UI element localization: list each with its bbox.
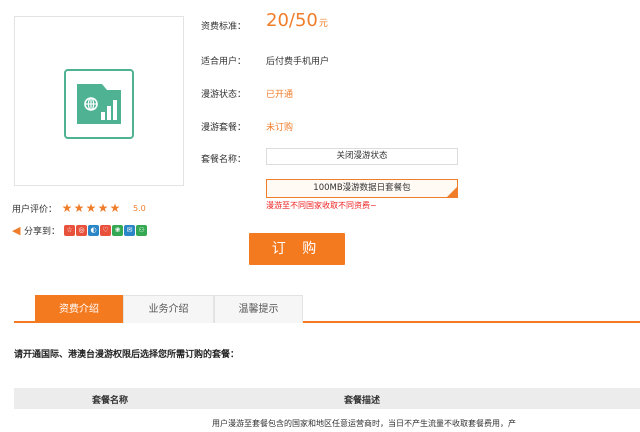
- product-image-frame: [14, 16, 184, 186]
- rating-stars: ★ ★ ★ ★ ★: [61, 202, 121, 214]
- user-label: 适合用户：: [201, 57, 247, 67]
- rating-label: 用户评价：: [12, 204, 58, 215]
- qzone-icon[interactable]: ☆: [64, 225, 76, 236]
- price-number: 20/50: [266, 10, 318, 31]
- package-name-label: 套餐名称：: [201, 155, 247, 165]
- tab-service-intro[interactable]: 业务介绍: [123, 295, 214, 323]
- share-site-list: ☆ ◎ ◐ ♡ ❀ ✉ ⚇: [64, 225, 148, 236]
- tencent-weibo-icon[interactable]: ✉: [124, 225, 136, 236]
- tab-bar: 资费介绍 业务介绍 温馨提示: [0, 292, 640, 323]
- share-bar: ◀ 分享到： ☆ ◎ ◐ ♡ ❀ ✉ ⚇: [12, 224, 148, 237]
- roaming-package-label: 漫游套餐：: [201, 123, 247, 133]
- weibo-icon[interactable]: ◎: [76, 225, 88, 236]
- kaixin-icon[interactable]: ♡: [100, 225, 112, 236]
- package-option-100mb-selected[interactable]: 100MB漫游数据日套餐包: [266, 179, 458, 198]
- sim-chart-icon: [64, 69, 134, 139]
- fee-intro-text: 请开通国际、港澳台漫游权限后选择您所需订购的套餐：: [14, 350, 240, 360]
- star-icon: ★: [109, 201, 121, 215]
- douban-icon[interactable]: ❀: [112, 225, 124, 236]
- table-cell-desc: 用户漫游至套餐包含的国家和地区任意运营商时，当日不产生流量不收取套餐费用，产: [212, 419, 516, 428]
- order-button[interactable]: 订 购: [249, 233, 345, 265]
- star-icon: ★: [61, 201, 73, 215]
- star-icon: ★: [85, 201, 97, 215]
- selected-corner-icon: [447, 187, 457, 197]
- share-icon: ◀: [12, 224, 21, 237]
- roaming-status-label: 漫游状态：: [201, 90, 247, 100]
- user-value: 后付费手机用户: [266, 57, 330, 67]
- star-icon: ★: [73, 201, 85, 215]
- tab-tips[interactable]: 温馨提示: [214, 295, 303, 323]
- column-header-desc: 套餐描述: [344, 396, 381, 406]
- roaming-status-value: 已开通: [266, 90, 294, 100]
- price-value: 20/50元: [266, 10, 328, 31]
- tab-fee-intro[interactable]: 资费介绍: [35, 295, 123, 323]
- wechat-icon[interactable]: ⚇: [136, 225, 148, 236]
- package-option-label: 100MB漫游数据日套餐包: [313, 183, 411, 193]
- package-table-header: 套餐名称 套餐描述: [14, 388, 640, 409]
- price-label: 资费标准：: [201, 22, 247, 32]
- roaming-package-value: 未订购: [266, 123, 294, 133]
- star-icon: ★: [97, 201, 109, 215]
- renren-icon[interactable]: ◐: [88, 225, 100, 236]
- rating-score: 5.0: [133, 203, 146, 213]
- price-unit: 元: [318, 19, 328, 29]
- column-header-name: 套餐名称: [92, 396, 129, 406]
- roaming-warning: 漫游至不同国家收取不同资费~: [266, 201, 377, 210]
- package-option-close-roaming[interactable]: 关闭漫游状态: [266, 148, 458, 165]
- share-label: 分享到：: [24, 227, 61, 237]
- user-rating: 用户评价： ★ ★ ★ ★ ★ 5.0: [12, 202, 146, 215]
